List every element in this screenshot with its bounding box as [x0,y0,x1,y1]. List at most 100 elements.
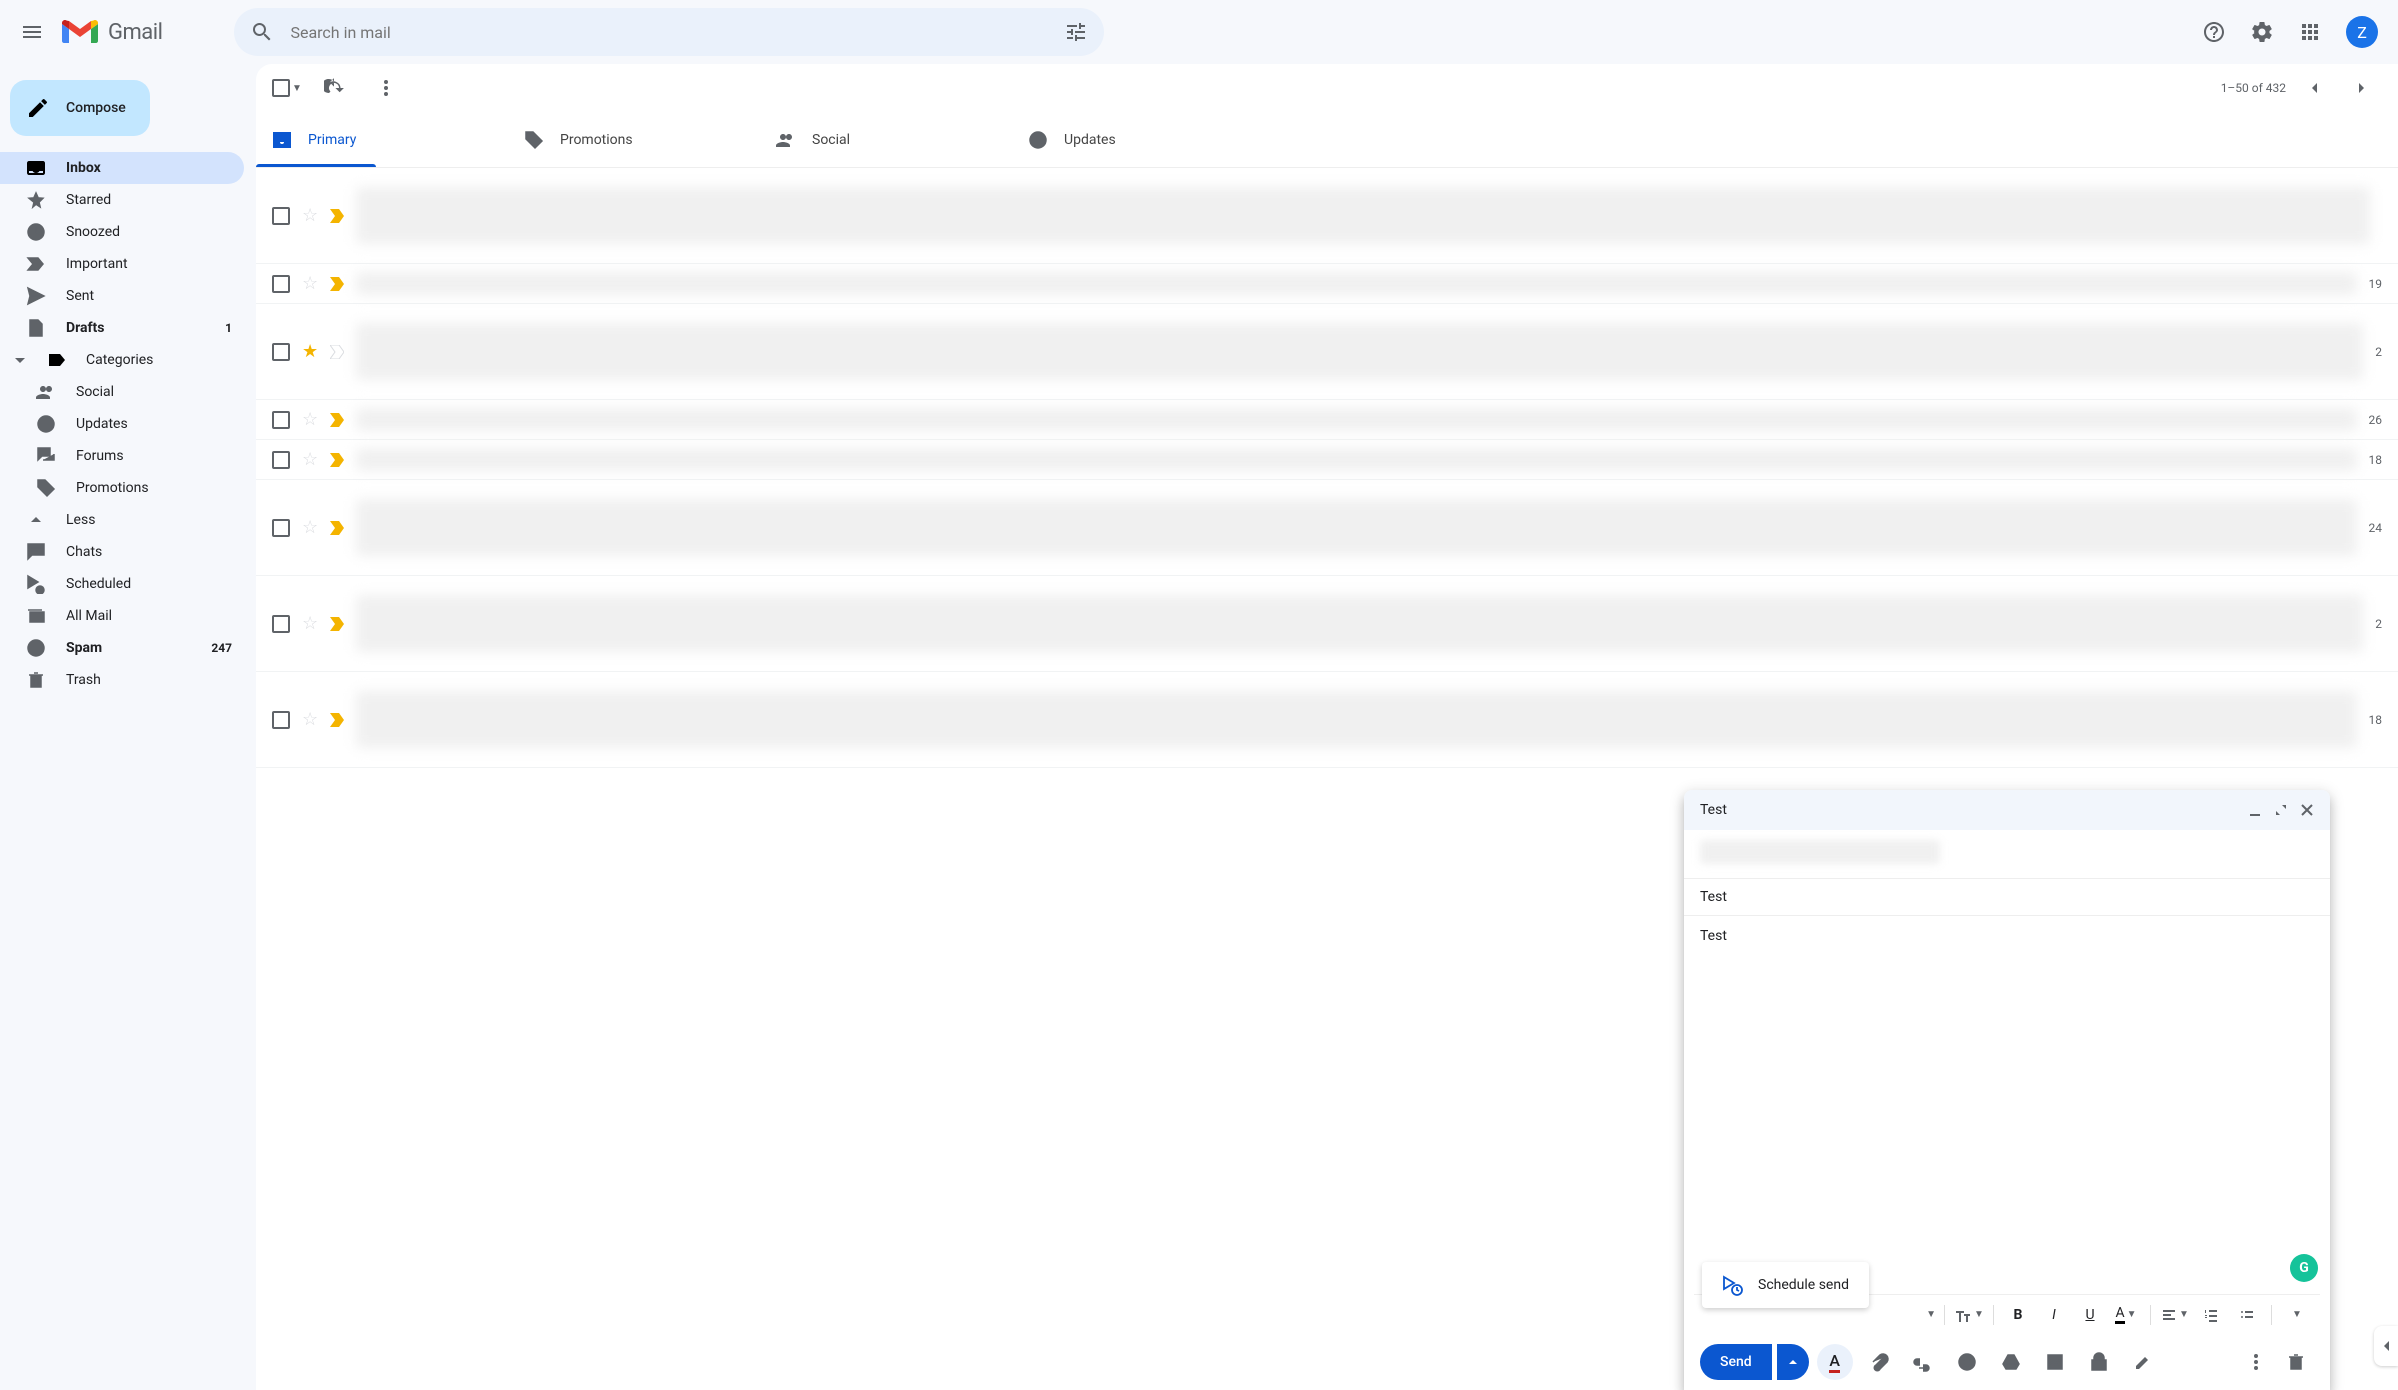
sidebar: Compose Inbox Starred Snoozed Important … [0,64,256,1390]
category-tabs: Primary Promotions Social Updates [256,112,2398,168]
attachment-icon [1869,1352,1889,1372]
italic-button[interactable]: I [2038,1299,2070,1331]
more-format-button[interactable]: ▼ [2280,1299,2312,1331]
inbox-tab-icon [272,130,292,150]
mail-row[interactable]: ☆18 [256,440,2398,480]
link-button[interactable] [1905,1344,1941,1380]
nav-starred[interactable]: Starred [0,184,244,216]
pen-icon [2133,1352,2153,1372]
nav-categories[interactable]: Categories [0,344,244,376]
tab-promotions[interactable]: Promotions [508,112,760,167]
nav-cat-forums[interactable]: Forums [0,440,244,472]
discard-button[interactable] [2278,1344,2314,1380]
signature-button[interactable] [2125,1344,2161,1380]
settings-button[interactable] [2242,12,2282,52]
select-all-checkbox[interactable]: ▼ [272,79,302,97]
gmail-logo-icon [60,17,100,47]
attach-button[interactable] [1861,1344,1897,1380]
confidential-button[interactable] [2081,1344,2117,1380]
support-button[interactable] [2194,12,2234,52]
close-icon[interactable] [2300,803,2314,817]
gmail-text: Gmail [108,20,162,45]
people-tab-icon [776,130,796,150]
mail-toolbar: ▼ 1–50 of 432 [256,64,2398,112]
more-vert-icon [2246,1352,2266,1372]
nav-cat-promotions[interactable]: Promotions [0,472,244,504]
grammarly-badge[interactable]: G [2290,1254,2318,1282]
emoji-icon [1957,1352,1977,1372]
nav-less[interactable]: Less [0,504,244,536]
compose-button[interactable]: Compose [10,80,150,136]
font-size-button[interactable]: ▼ [1953,1299,1985,1331]
mail-row[interactable]: ☆19 [256,264,2398,304]
nav-cat-updates[interactable]: Updates [0,408,244,440]
gmail-logo[interactable]: Gmail [60,17,162,47]
stacked-mail-icon [26,606,46,626]
mail-row[interactable]: ★2 [256,304,2398,400]
nav-all-mail[interactable]: All Mail [0,600,244,632]
fullscreen-icon[interactable] [2274,803,2288,817]
chat-icon [26,542,46,562]
mail-row[interactable]: ☆26 [256,400,2398,440]
nav-chats[interactable]: Chats [0,536,244,568]
important-marker-icon [330,617,344,631]
emoji-button[interactable] [1949,1344,1985,1380]
nav-scheduled[interactable]: Scheduled [0,568,244,600]
nav-spam[interactable]: Spam 247 [0,632,244,664]
more-button[interactable] [366,68,406,108]
search-button[interactable] [242,12,282,52]
bold-button[interactable]: B [2002,1299,2034,1331]
nav-sent[interactable]: Sent [0,280,244,312]
nav-drafts[interactable]: Drafts 1 [0,312,244,344]
trash-icon [26,670,46,690]
search-input[interactable] [282,23,1056,42]
tab-updates[interactable]: Updates [1012,112,1264,167]
text-size-icon [1954,1306,1972,1324]
info-icon [36,414,56,434]
compose-body[interactable]: Test G [1684,916,2330,1294]
newer-button[interactable] [2294,68,2334,108]
older-button[interactable] [2342,68,2382,108]
apps-button[interactable] [2290,12,2330,52]
lock-clock-icon [2089,1352,2109,1372]
mail-row[interactable]: ☆24 [256,480,2398,576]
underline-button[interactable]: U [2074,1299,2106,1331]
compose-to-field[interactable] [1684,830,2330,879]
compose-window: Test Test Test G Schedule send ▼ ▼ B I U… [1684,790,2330,1390]
compose-subject-field[interactable]: Test [1684,879,2330,916]
help-icon [2202,20,2226,44]
formatting-toggle-button[interactable]: A [1817,1344,1853,1380]
image-icon [2045,1352,2065,1372]
text-color-button[interactable]: A▼ [2110,1299,2142,1331]
refresh-button[interactable] [314,68,354,108]
chevron-up-icon [26,510,46,530]
tab-primary[interactable]: Primary [256,112,508,167]
align-button[interactable]: ▼ [2159,1299,2191,1331]
nav-cat-social[interactable]: Social [0,376,244,408]
account-avatar[interactable]: Z [2346,16,2378,48]
search-options-button[interactable] [1056,12,1096,52]
tab-social[interactable]: Social [760,112,1012,167]
image-button[interactable] [2037,1344,2073,1380]
numbered-list-button[interactable] [2195,1299,2227,1331]
more-options-button[interactable] [2238,1344,2274,1380]
mail-row[interactable]: ☆18 [256,672,2398,768]
mail-row[interactable]: ☆ [256,168,2398,264]
nav-inbox[interactable]: Inbox [0,152,244,184]
mail-row[interactable]: ☆2 [256,576,2398,672]
refresh-icon [324,78,344,98]
side-panel-toggle[interactable] [2374,1326,2398,1366]
star-icon [26,190,46,210]
minimize-icon[interactable] [2248,803,2262,817]
main-menu-button[interactable] [8,8,56,56]
nav-snoozed[interactable]: Snoozed [0,216,244,248]
bulleted-list-button[interactable] [2231,1299,2263,1331]
nav-important[interactable]: Important [0,248,244,280]
compose-header[interactable]: Test [1684,790,2330,830]
font-dropdown[interactable]: ▼ [1926,1309,1936,1320]
send-button[interactable]: Send [1700,1344,1772,1380]
drive-button[interactable] [1993,1344,2029,1380]
send-options-button[interactable] [1777,1344,1809,1380]
nav-trash[interactable]: Trash [0,664,244,696]
important-marker-icon [330,209,344,223]
